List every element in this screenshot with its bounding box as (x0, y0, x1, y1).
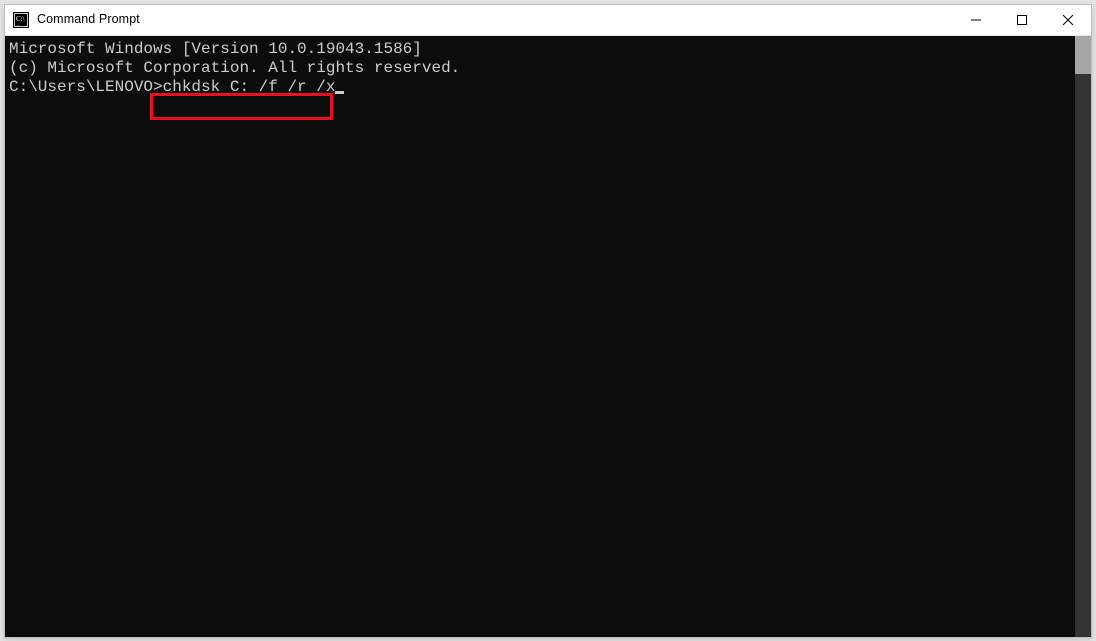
highlight-annotation (150, 93, 333, 120)
terminal-output[interactable]: Microsoft Windows [Version 10.0.19043.15… (5, 36, 1075, 637)
titlebar[interactable]: C:\ _ Command Prompt (5, 5, 1091, 36)
window-title: Command Prompt (37, 4, 953, 35)
prompt-path: C:\Users\LENOVO> (9, 78, 163, 96)
minimize-button[interactable] (953, 5, 999, 36)
command-prompt-window: C:\ _ Command Prompt Microsoft Windows [… (4, 4, 1092, 638)
maximize-button[interactable] (999, 5, 1045, 36)
close-button[interactable] (1045, 5, 1091, 36)
output-line: Microsoft Windows [Version 10.0.19043.15… (9, 40, 1071, 59)
prompt-line: C:\Users\LENOVO>chkdsk C: /f /r /x (9, 78, 1071, 97)
vertical-scrollbar[interactable] (1075, 36, 1091, 637)
typed-command: chkdsk C: /f /r /x (163, 78, 336, 96)
output-line: (c) Microsoft Corporation. All rights re… (9, 59, 1071, 78)
window-controls (953, 5, 1091, 35)
scrollbar-thumb[interactable] (1075, 36, 1091, 74)
svg-text:_: _ (16, 22, 20, 27)
command-prompt-icon: C:\ _ (13, 12, 29, 28)
terminal-area: Microsoft Windows [Version 10.0.19043.15… (5, 36, 1091, 637)
cursor (335, 91, 344, 94)
